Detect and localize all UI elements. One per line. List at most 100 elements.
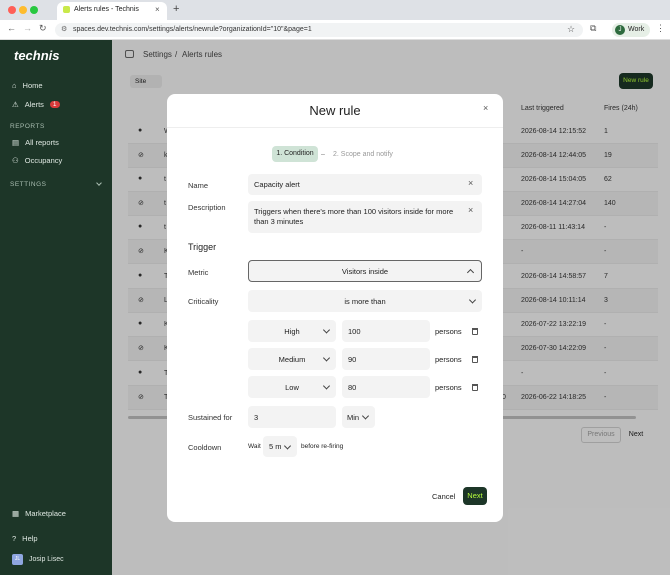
- site-info-icon[interactable]: ⚙: [61, 25, 67, 33]
- back-icon[interactable]: ←: [7, 23, 16, 33]
- description-value: Triggers when there's more than 100 visi…: [254, 207, 454, 226]
- sustained-input[interactable]: 3: [248, 406, 336, 428]
- step-condition-tab[interactable]: 1. Condition: [272, 146, 318, 162]
- reports-icon: ▤: [12, 137, 20, 147]
- close-window-button[interactable]: [8, 6, 16, 14]
- name-input[interactable]: Capacity alert ×: [248, 174, 482, 195]
- sustained-label: Sustained for: [188, 413, 233, 422]
- metric-value: Visitors inside: [341, 266, 389, 276]
- profile-label: Work: [628, 26, 645, 33]
- name-label: Name: [188, 181, 209, 190]
- threshold-unit: persons: [435, 355, 462, 364]
- cooldown-prefix: Wait: [248, 443, 261, 450]
- threshold-unit: persons: [435, 327, 462, 336]
- sidebar-item-all-reports[interactable]: ▤ All reports: [0, 134, 112, 150]
- sidebar-item-occupancy[interactable]: ⚇ Occupancy: [0, 152, 112, 168]
- level-select[interactable]: High: [248, 320, 336, 342]
- sidebar-item-label: Occupancy: [24, 155, 63, 165]
- browser-menu-icon[interactable]: ⋮: [656, 23, 665, 34]
- chevron-down-icon: [322, 354, 331, 362]
- description-label: Description: [188, 203, 226, 212]
- avatar: JL: [12, 553, 23, 565]
- sidebar-item-label: Alerts: [24, 99, 44, 109]
- threshold-value: 90: [348, 355, 357, 364]
- clear-description-icon[interactable]: ×: [468, 205, 473, 215]
- maximize-window-button[interactable]: [30, 6, 38, 14]
- reload-icon[interactable]: ↻: [39, 23, 47, 34]
- extensions-icon[interactable]: ⧉: [590, 23, 596, 34]
- level-name: Medium: [278, 354, 306, 364]
- threshold-input[interactable]: 80: [342, 376, 430, 398]
- tab-close-icon[interactable]: ×: [155, 5, 160, 14]
- dialog-title: New rule: [309, 103, 361, 118]
- metric-select[interactable]: Visitors inside: [248, 260, 482, 282]
- home-icon: ⌂: [12, 80, 17, 90]
- sidebar: technis ⌂ Home ⚠ Alerts 1 REPORTS ▤ All repo…: [0, 40, 112, 575]
- sidebar-item-alerts[interactable]: ⚠ Alerts 1: [0, 96, 112, 112]
- browser-tab[interactable]: Alerts rules - Technis ×: [57, 2, 167, 20]
- level-select[interactable]: Low: [248, 376, 336, 398]
- criticality-label: Criticality: [188, 297, 219, 306]
- cooldown-label: Cooldown: [188, 443, 222, 452]
- clear-name-icon[interactable]: ×: [468, 178, 473, 188]
- tab-title: Alerts rules - Technis: [74, 6, 139, 13]
- cooldown-value: 5 m: [269, 442, 282, 451]
- url-field[interactable]: ⚙ spaces.dev.technis.com/settings/alerts…: [55, 23, 583, 37]
- level-name: High: [284, 326, 300, 336]
- marketplace-icon: ▦: [12, 508, 20, 518]
- forward-icon[interactable]: →: [23, 23, 32, 33]
- operator-select[interactable]: is more than: [248, 290, 482, 312]
- sustained-unit-select[interactable]: Min: [342, 406, 375, 428]
- warning-icon: ⚠: [12, 99, 19, 109]
- technis-logo: technis: [14, 48, 60, 63]
- reports-section-header: REPORTS: [10, 123, 45, 130]
- chevron-down-icon: [322, 382, 331, 390]
- threshold-unit: persons: [435, 383, 462, 392]
- sidebar-item-help[interactable]: ? Help: [0, 530, 112, 546]
- bookmark-star-icon[interactable]: ☆: [567, 24, 575, 35]
- profile-avatar: J: [615, 25, 625, 35]
- metric-label: Metric: [188, 268, 209, 277]
- sidebar-item-home[interactable]: ⌂ Home: [0, 77, 112, 93]
- threshold-input[interactable]: 100: [342, 320, 430, 342]
- close-icon[interactable]: ×: [483, 103, 488, 113]
- chevron-down-icon[interactable]: [96, 180, 102, 186]
- chevron-down-icon: [361, 412, 370, 420]
- threshold-value: 100: [348, 327, 361, 336]
- profile-button[interactable]: J Work: [612, 23, 650, 37]
- sidebar-item-label: Home: [22, 80, 43, 90]
- help-icon: ?: [12, 533, 17, 543]
- chevron-down-icon: [283, 441, 292, 450]
- favicon-icon: [63, 6, 70, 13]
- chevron-up-icon: [466, 268, 475, 277]
- user-name: Josip Lisec: [29, 555, 64, 563]
- operator-value: is more than: [344, 296, 386, 306]
- sidebar-item-marketplace[interactable]: ▦ Marketplace: [0, 505, 112, 521]
- new-rule-dialog: New rule × 1. Condition – 2. Scope and n…: [167, 94, 503, 522]
- trash-icon[interactable]: [472, 356, 478, 363]
- settings-section-header[interactable]: SETTINGS: [10, 181, 47, 188]
- cooldown-select[interactable]: 5 m: [263, 436, 297, 457]
- sustained-unit: Min: [347, 412, 360, 422]
- cancel-button[interactable]: Cancel: [432, 492, 455, 501]
- chevron-down-icon: [468, 296, 477, 304]
- trash-icon[interactable]: [472, 328, 478, 335]
- alerts-count-badge: 1: [49, 100, 60, 108]
- step-scope-tab[interactable]: 2. Scope and notify: [333, 151, 393, 158]
- threshold-value: 80: [348, 383, 357, 392]
- sidebar-item-label: All reports: [25, 137, 59, 147]
- cooldown-suffix: before re-firing: [301, 443, 344, 450]
- url-text: spaces.dev.technis.com/settings/alerts/n…: [73, 26, 312, 33]
- step-separator: –: [321, 151, 325, 158]
- new-tab-button[interactable]: +: [173, 3, 179, 15]
- level-name: Low: [285, 382, 299, 392]
- description-input[interactable]: Triggers when there's more than 100 visi…: [248, 201, 482, 233]
- trash-icon[interactable]: [472, 384, 478, 391]
- name-value: Capacity alert: [254, 180, 300, 189]
- threshold-input[interactable]: 90: [342, 348, 430, 370]
- trigger-heading: Trigger: [188, 242, 217, 252]
- minimize-window-button[interactable]: [19, 6, 27, 14]
- level-select[interactable]: Medium: [248, 348, 336, 370]
- user-profile-item[interactable]: JL Josip Lisec: [0, 551, 112, 567]
- next-button[interactable]: Next: [463, 487, 487, 505]
